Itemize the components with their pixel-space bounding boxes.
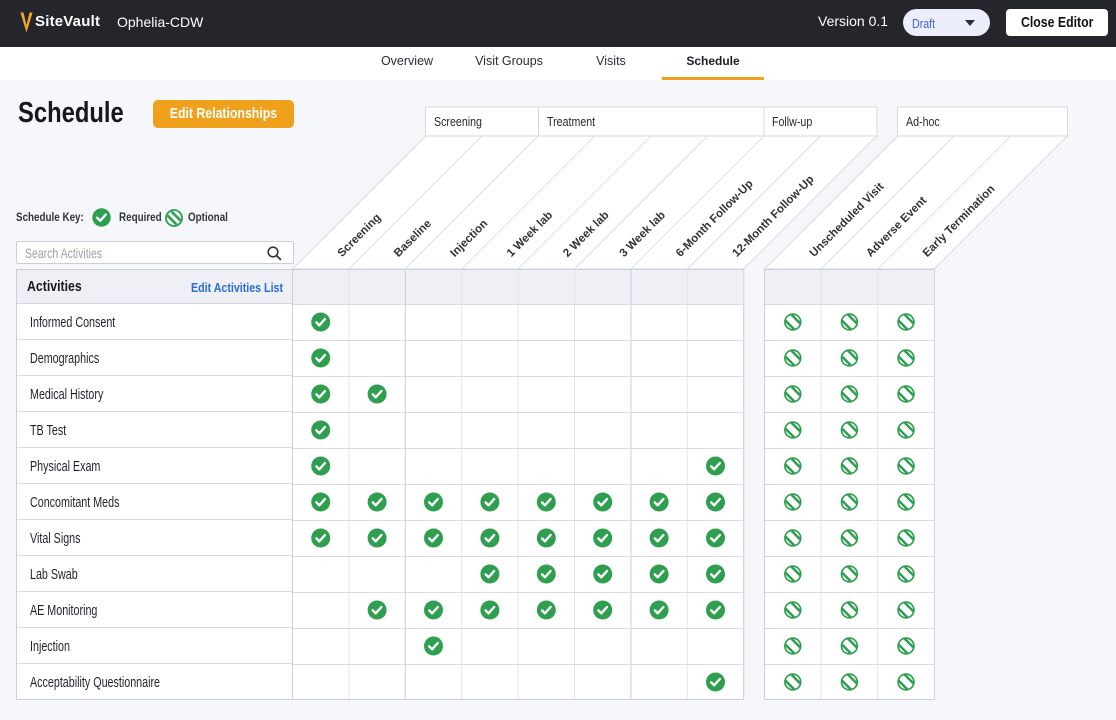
svg-text:Follw-up: Follw-up [772, 114, 813, 129]
svg-text:Treatment: Treatment [547, 114, 596, 129]
svg-text:Ad-hoc: Ad-hoc [906, 114, 940, 129]
svg-text:Screening: Screening [434, 114, 482, 129]
